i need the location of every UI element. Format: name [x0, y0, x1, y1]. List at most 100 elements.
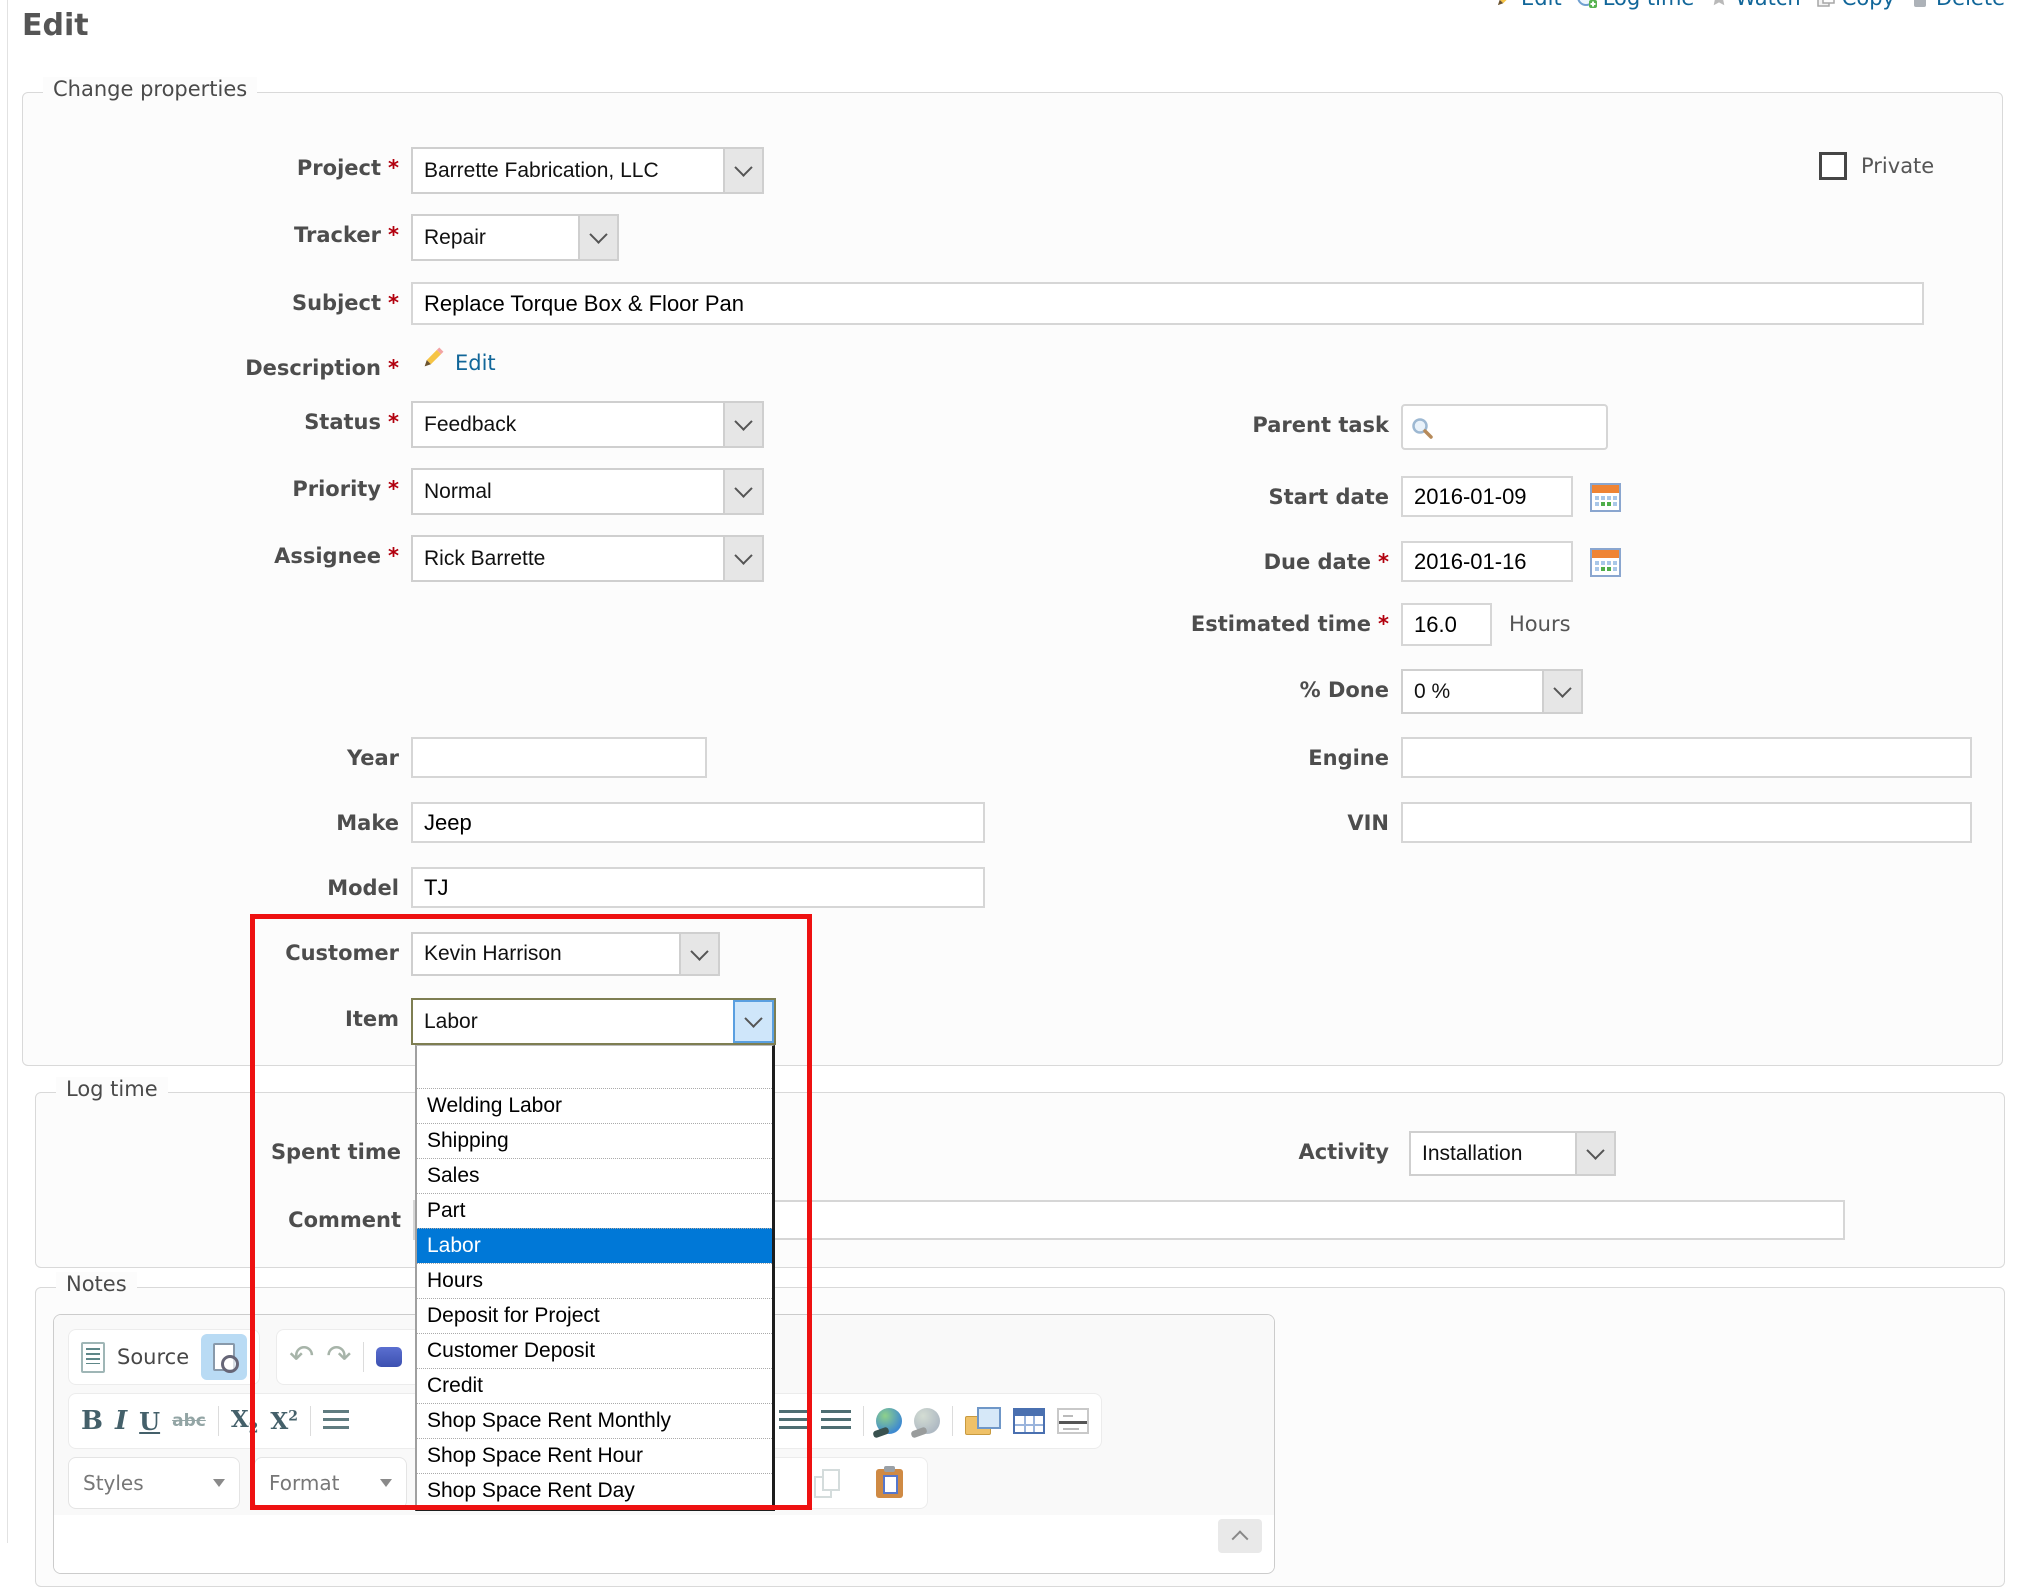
image-button[interactable] [965, 1407, 1001, 1435]
copy-button[interactable] [814, 1469, 840, 1497]
outdent-button[interactable] [779, 1410, 809, 1432]
required-asterisk: * [388, 291, 399, 315]
parent-task-input[interactable] [1401, 404, 1608, 450]
chevron-down-icon [733, 1000, 774, 1043]
description-edit-link[interactable]: Edit [455, 351, 496, 375]
horizontal-rule-button[interactable] [1057, 1408, 1089, 1434]
parent-task-label: Parent task [1029, 413, 1389, 437]
subject-input[interactable]: Replace Torque Box & Floor Pan [411, 282, 1924, 325]
unlink-button[interactable] [914, 1408, 940, 1434]
log-time-fieldset: Log time Spent time Activity Installatio… [35, 1092, 2005, 1268]
styles-dropdown[interactable]: Styles [68, 1457, 240, 1509]
format-dropdown[interactable]: Format [254, 1457, 407, 1509]
tracker-select[interactable]: Repair [411, 214, 619, 261]
dropdown-option[interactable]: Deposit for Project [417, 1298, 772, 1333]
dropdown-option[interactable]: Credit [417, 1368, 772, 1403]
delete-link[interactable]: Delete [1909, 0, 2005, 10]
table-button[interactable] [1013, 1408, 1045, 1434]
required-asterisk: * [388, 223, 399, 247]
calendar-icon[interactable] [1589, 480, 1622, 513]
chevron-down-icon [380, 1479, 392, 1487]
required-asterisk: * [388, 544, 399, 568]
strikethrough-icon: abc [172, 1411, 206, 1431]
copy-link[interactable]: Copy [1815, 0, 1895, 10]
star-icon [1708, 0, 1730, 9]
dropdown-option[interactable]: Sales [417, 1158, 772, 1193]
chevron-down-icon [578, 216, 617, 259]
chevron-down-icon [723, 403, 762, 446]
superscript-icon: X2 [270, 1408, 298, 1435]
table-icon [1013, 1408, 1045, 1434]
collapse-toolbar-button[interactable] [1218, 1519, 1262, 1553]
spent-time-label: Spent time [41, 1140, 401, 1164]
numbered-list-button[interactable] [323, 1410, 349, 1432]
edit-link[interactable]: Edit [1494, 0, 1562, 10]
indent-icon [821, 1410, 851, 1432]
private-checkbox[interactable] [1819, 152, 1847, 180]
calendar-icon[interactable] [1589, 545, 1622, 578]
issue-action-links: Edit Log time Watch Copy Delete [1494, 0, 2005, 10]
start-date-input[interactable]: 2016-01-09 [1401, 476, 1573, 517]
underline-button[interactable]: U [139, 1407, 160, 1436]
dropdown-option[interactable]: Shop Space Rent Hour [417, 1438, 772, 1473]
dropdown-option[interactable] [417, 1046, 772, 1088]
dropdown-option[interactable]: Customer Deposit [417, 1333, 772, 1368]
dropdown-option[interactable]: Shop Space Rent Monthly [417, 1403, 772, 1438]
dropdown-option[interactable]: Hours [417, 1263, 772, 1298]
due-date-input[interactable]: 2016-01-16 [1401, 541, 1573, 582]
required-asterisk: * [1378, 612, 1389, 636]
watch-link[interactable]: Watch [1708, 0, 1800, 10]
vin-input[interactable] [1401, 802, 1972, 843]
priority-select[interactable]: Normal [411, 468, 764, 515]
dropdown-option[interactable]: Part [417, 1193, 772, 1228]
redo-icon: ↷ [326, 1342, 351, 1372]
undo-icon: ↶ [289, 1342, 314, 1372]
link-button[interactable] [876, 1408, 902, 1434]
dropdown-option[interactable]: Shipping [417, 1123, 772, 1158]
year-input[interactable] [411, 737, 707, 778]
customer-select[interactable]: Kevin Harrison [411, 932, 720, 976]
make-input[interactable]: Jeep [411, 802, 985, 843]
strikethrough-button[interactable]: abc [172, 1411, 206, 1431]
required-asterisk: * [388, 356, 399, 380]
paste-button[interactable] [876, 1469, 903, 1498]
underline-icon: U [139, 1407, 160, 1436]
undo-button[interactable]: ↶ [289, 1342, 314, 1372]
numbered-list-icon [323, 1410, 349, 1432]
make-label: Make [39, 811, 399, 835]
activity-select[interactable]: Installation [1409, 1131, 1616, 1176]
copy-icon [1815, 0, 1837, 9]
item-select[interactable]: Labor [411, 998, 776, 1045]
project-select[interactable]: Barrette Fabrication, LLC [411, 147, 764, 194]
bold-button[interactable]: B [81, 1406, 103, 1436]
dropdown-option-selected[interactable]: Labor [417, 1228, 772, 1263]
required-asterisk: * [1378, 550, 1389, 574]
chevron-down-icon [679, 934, 718, 974]
model-input[interactable]: TJ [411, 867, 985, 908]
engine-input[interactable] [1401, 737, 1972, 778]
horizontal-rule-icon [1057, 1408, 1089, 1434]
percent-done-select[interactable]: 0 % [1401, 669, 1583, 714]
find-button[interactable] [376, 1347, 402, 1367]
dropdown-option[interactable]: Shop Space Rent Day [417, 1473, 772, 1508]
redo-button[interactable]: ↷ [326, 1342, 351, 1372]
preview-button[interactable] [201, 1334, 247, 1380]
chevron-down-icon [213, 1479, 225, 1487]
assignee-select[interactable]: Rick Barrette [411, 535, 764, 582]
dropdown-option[interactable]: Welding Labor [417, 1088, 772, 1123]
search-icon [1409, 415, 1435, 441]
superscript-button[interactable]: X2 [270, 1408, 298, 1435]
chevron-down-icon [723, 149, 762, 192]
source-button[interactable] [81, 1342, 105, 1373]
editor-content-area[interactable] [54, 1515, 1274, 1573]
percent-done-label: % Done [1029, 678, 1389, 702]
estimated-time-input[interactable]: 16.0 [1401, 603, 1492, 646]
status-select[interactable]: Feedback [411, 401, 764, 448]
subscript-button[interactable]: X2 [231, 1406, 259, 1437]
italic-button[interactable]: I [115, 1406, 127, 1436]
log-time-link[interactable]: Log time [1576, 0, 1695, 10]
notes-fieldset: Notes Source ↶ ↷ [35, 1287, 2005, 1587]
private-label: Private [1861, 154, 1934, 178]
indent-button[interactable] [821, 1410, 851, 1432]
chevron-down-icon [723, 537, 762, 580]
